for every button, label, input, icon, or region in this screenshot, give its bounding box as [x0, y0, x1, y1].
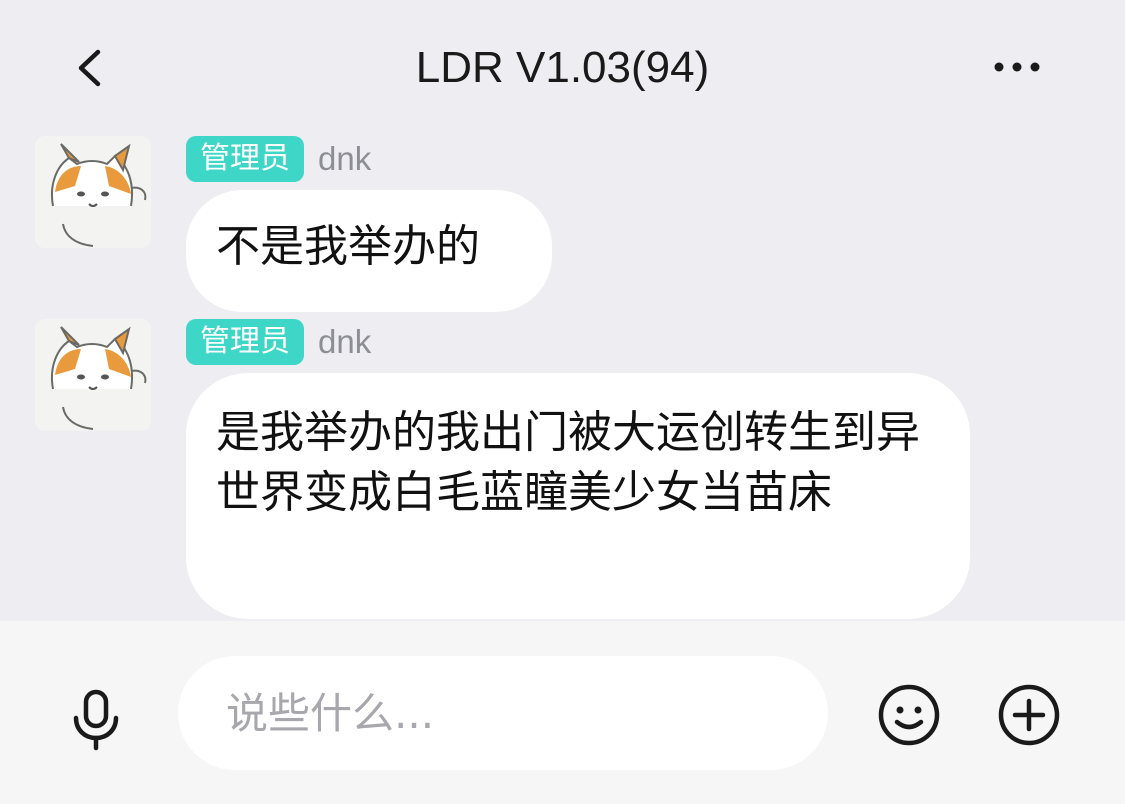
admin-badge: 管理员	[186, 136, 304, 182]
input-bar	[0, 621, 1125, 804]
message-item: 管理员 dnk 不是我举办的	[0, 136, 1125, 316]
message-bubble[interactable]: 是我举办的我出门被大运创转生到异世界变成白毛蓝瞳美少女当苗床	[186, 373, 970, 619]
cat-avatar-icon	[35, 136, 151, 248]
plus-circle-icon	[998, 684, 1060, 746]
message-item: 管理员 dnk 是我举办的我出门被大运创转生到异世界变成白毛蓝瞳美少女当苗床	[0, 319, 1125, 619]
chat-header: LDR V1.03(94)	[0, 0, 1125, 130]
microphone-icon	[73, 689, 119, 751]
message-meta: 管理员 dnk	[186, 319, 371, 365]
chevron-left-icon	[78, 49, 101, 87]
avatar[interactable]	[35, 136, 151, 248]
smiley-icon	[878, 684, 940, 746]
more-horizontal-icon	[994, 62, 1040, 72]
sender-name[interactable]: dnk	[318, 323, 371, 361]
more-actions-button[interactable]	[996, 682, 1062, 748]
emoji-button[interactable]	[876, 682, 942, 748]
voice-input-button[interactable]	[68, 688, 124, 752]
cat-avatar-icon	[35, 319, 151, 431]
avatar[interactable]	[35, 319, 151, 431]
message-input[interactable]	[178, 656, 828, 770]
back-button[interactable]	[62, 38, 118, 98]
admin-badge: 管理员	[186, 319, 304, 365]
message-meta: 管理员 dnk	[186, 136, 371, 182]
message-bubble[interactable]: 不是我举办的	[186, 190, 552, 312]
sender-name[interactable]: dnk	[318, 140, 371, 178]
chat-title: LDR V1.03(94)	[415, 43, 710, 92]
more-options-button[interactable]	[985, 40, 1049, 94]
